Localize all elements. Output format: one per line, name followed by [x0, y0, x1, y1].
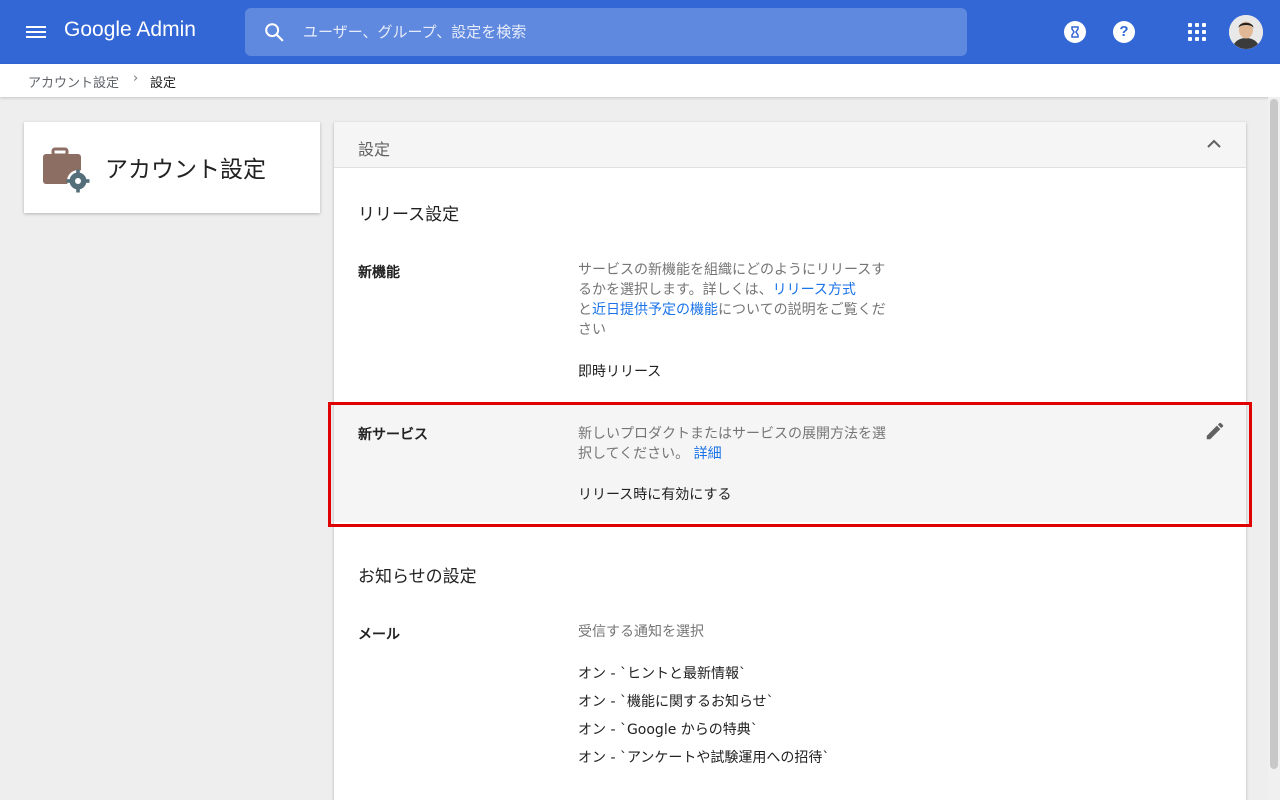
mail-option-surveys: オン - `アンケートや試験運用への招待` [578, 750, 830, 766]
mail-option-offers: オン - `Google からの特典` [578, 722, 758, 738]
help-icon[interactable]: ? [1113, 21, 1135, 43]
mail-description: 受信する通知を選択 [578, 624, 704, 640]
upcoming-features-link[interactable]: 近日提供予定の機能 [592, 302, 718, 318]
search-bar[interactable] [245, 8, 967, 56]
release-settings-title: リリース設定 [358, 205, 460, 225]
account-settings-title: アカウント設定 [105, 157, 266, 183]
page-scrollbar[interactable] [1268, 97, 1280, 800]
breadcrumb-current: 設定 [150, 76, 177, 91]
chevron-up-icon[interactable] [1206, 138, 1222, 150]
breadcrumb: アカウント設定 › 設定 [0, 64, 1280, 97]
scrollbar-thumb[interactable] [1270, 99, 1278, 769]
top-app-bar: Google Admin ? [0, 0, 1280, 64]
google-admin-logo[interactable]: Google Admin [64, 18, 196, 42]
breadcrumb-account-settings[interactable]: アカウント設定 [28, 72, 119, 91]
new-features-label: 新機能 [358, 265, 400, 281]
mail-option-tips: オン - `ヒントと最新情報` [578, 666, 746, 682]
release-method-link[interactable]: リリース方式 [773, 282, 856, 298]
search-icon [265, 23, 284, 42]
briefcase-gear-icon [43, 147, 90, 193]
panel-title: 設定 [358, 140, 391, 159]
breadcrumb-chevron-icon: › [133, 71, 139, 86]
mail-option-features: オン - `機能に関するお知らせ` [578, 694, 774, 710]
search-input[interactable] [303, 20, 943, 44]
hourglass-icon[interactable] [1064, 21, 1086, 43]
highlight-annotation-box [328, 402, 1252, 527]
menu-icon[interactable] [24, 20, 48, 44]
new-features-value: 即時リリース [578, 364, 662, 380]
user-avatar[interactable] [1229, 15, 1263, 49]
apps-grid-icon[interactable] [1188, 23, 1208, 43]
notification-settings-title: お知らせの設定 [358, 567, 477, 587]
new-features-desc-and: と [578, 302, 592, 318]
new-features-description: サービスの新機能を組織にどのようにリリースするかを選択します。詳しくは、リリース… [578, 260, 898, 340]
account-settings-card: アカウント設定 [24, 122, 320, 213]
mail-label: メール [358, 627, 400, 643]
panel-header[interactable]: 設定 [334, 122, 1246, 168]
